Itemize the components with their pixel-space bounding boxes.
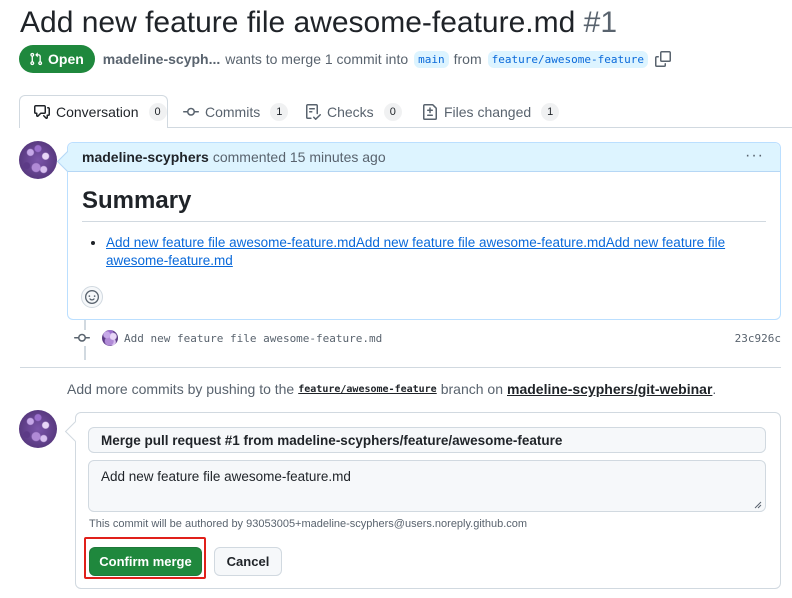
comment-timestamp[interactable]: commented 15 minutes ago <box>213 149 386 165</box>
divider <box>20 367 781 368</box>
avatar[interactable] <box>19 141 57 179</box>
repo-link[interactable]: madeline-scyphers/git-webinar <box>507 381 712 397</box>
kebab-icon[interactable]: ··· <box>745 147 764 165</box>
tab-label: Commits <box>205 103 261 120</box>
commit-body-input[interactable]: Add new feature file awesome-feature.md <box>88 460 766 512</box>
cancel-button[interactable]: Cancel <box>214 547 282 576</box>
push-note-prefix: Add more commits by pushing to the <box>67 381 295 397</box>
confirm-merge-button[interactable]: Confirm merge <box>89 547 202 576</box>
commit-row: Add new feature file awesome-feature.md … <box>74 328 781 348</box>
pr-title-text: Add new feature file awesome-feature.md <box>20 6 576 39</box>
base-branch[interactable]: main <box>414 50 449 68</box>
push-note-middle: branch on <box>440 381 503 397</box>
push-note-branch[interactable]: feature/awesome-feature <box>298 384 436 395</box>
push-note: Add more commits by pushing to the featu… <box>67 381 716 397</box>
tab-label: Checks <box>327 103 374 120</box>
state-badge: Open <box>19 45 95 73</box>
tab-counter: 0 <box>148 103 167 121</box>
from-text: from <box>453 51 482 67</box>
commit-sha-link[interactable]: 23c926c <box>735 332 781 345</box>
avatar[interactable] <box>102 330 118 346</box>
comment-discussion-icon <box>34 105 50 119</box>
tab-counter: 1 <box>270 102 289 121</box>
push-note-suffix: . <box>712 381 717 397</box>
tab-files-changed[interactable]: Files changed 1 <box>422 95 560 128</box>
summary-link[interactable]: Add new feature file awesome-feature.mdA… <box>106 235 725 268</box>
summary-list: Add new feature file awesome-feature.mdA… <box>82 234 766 270</box>
git-commit-icon <box>74 330 90 346</box>
file-diff-icon <box>423 103 437 120</box>
comment-box: madeline-scyphers commented 15 minutes a… <box>67 142 781 320</box>
pr-author-link[interactable]: madeline-scyph... <box>103 51 220 67</box>
commit-title-input[interactable] <box>88 427 766 453</box>
commit-message-link[interactable]: Add new feature file awesome-feature.md <box>124 332 382 345</box>
tab-checks[interactable]: Checks 0 <box>305 95 402 128</box>
merge-box: Add new feature file awesome-feature.md … <box>75 412 781 589</box>
list-item: Add new feature file awesome-feature.mdA… <box>106 234 766 270</box>
comment-body: Summary Add new feature file awesome-fea… <box>68 186 780 270</box>
smiley-icon <box>85 290 99 304</box>
git-pull-request-icon <box>30 52 43 66</box>
pr-number: #1 <box>583 6 618 39</box>
comment-header: madeline-scyphers commented 15 minutes a… <box>68 143 780 172</box>
tab-conversation[interactable]: Conversation 0 <box>19 95 168 128</box>
resize-grip-icon[interactable] <box>754 501 762 509</box>
head-branch[interactable]: feature/awesome-feature <box>487 50 648 68</box>
add-reaction-button[interactable] <box>81 286 103 308</box>
pr-title: Add new feature file awesome-feature.md … <box>20 4 617 42</box>
comment-author-link[interactable]: madeline-scyphers <box>82 149 209 165</box>
avatar[interactable] <box>19 410 57 448</box>
tab-label: Files changed <box>444 103 532 120</box>
checklist-icon <box>306 103 321 120</box>
summary-heading: Summary <box>82 186 766 222</box>
author-note: This commit will be authored by 93053005… <box>89 518 528 530</box>
state-label: Open <box>48 51 84 67</box>
git-commit-icon <box>183 107 199 116</box>
merge-text: wants to merge 1 commit into <box>225 51 409 67</box>
tab-counter: 1 <box>541 102 560 121</box>
pr-meta: Open madeline-scyph... wants to merge 1 … <box>19 45 671 73</box>
tab-commits[interactable]: Commits 1 <box>183 95 289 128</box>
tab-counter: 0 <box>383 102 402 121</box>
pr-tabs: Conversation 0 Commits 1 Checks 0 Files … <box>0 95 792 128</box>
copy-icon[interactable] <box>654 51 671 67</box>
tab-label: Conversation <box>56 104 139 120</box>
